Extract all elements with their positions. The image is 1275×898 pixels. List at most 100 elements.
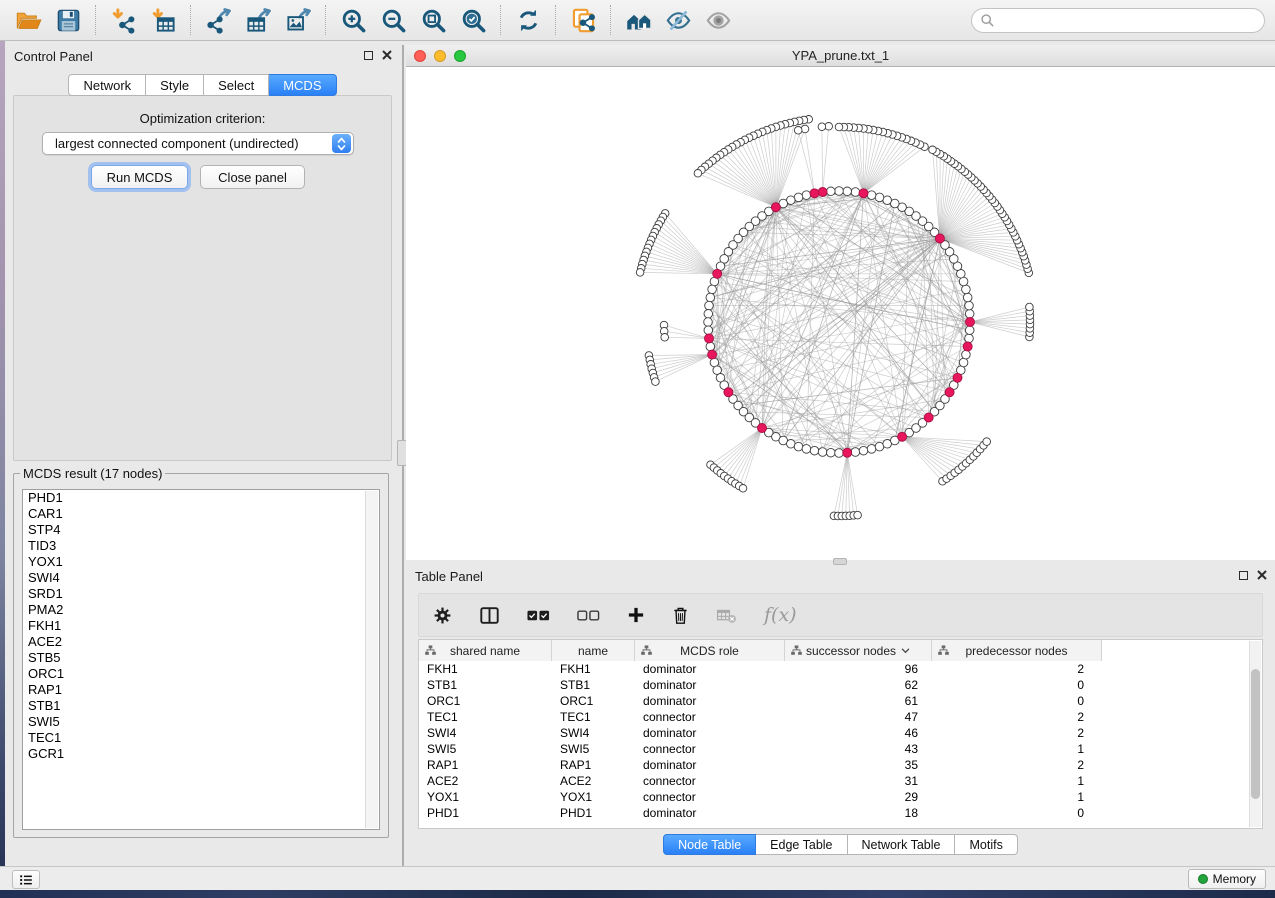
panel-selector-button[interactable] [12,870,40,889]
mcds-result-item[interactable]: CAR1 [23,506,379,522]
graph-node[interactable] [818,123,826,131]
float-table-panel-icon[interactable] [1239,571,1248,580]
graph-node[interactable] [835,449,844,458]
show-hidden-icon[interactable] [698,2,738,38]
table-scrollbar[interactable] [1249,641,1261,827]
graph-dominator-node[interactable] [705,334,714,343]
delete-rows-icon[interactable] [672,606,689,625]
import-table-icon[interactable] [143,2,183,38]
table-row[interactable]: YOX1YOX1connector291 [419,789,1262,805]
mcds-result-item[interactable]: ORC1 [23,666,379,682]
table-row[interactable]: STB1STB1dominator620 [419,677,1262,693]
add-row-icon[interactable] [627,606,645,624]
zoom-selected-icon[interactable] [453,2,493,38]
criterion-dropdown[interactable]: largest connected component (undirected) [42,132,354,155]
graph-node[interactable] [704,326,713,335]
table-row[interactable]: RAP1RAP1dominator352 [419,757,1262,773]
mcds-list-scrollbar[interactable] [365,491,378,828]
graph-node[interactable] [636,269,644,277]
tab-select[interactable]: Select [204,74,269,96]
search-box[interactable] [971,8,1265,33]
table-row[interactable]: ORC1ORC1dominator610 [419,693,1262,709]
graph-node[interactable] [704,318,713,327]
refresh-icon[interactable] [508,2,548,38]
hide-selected-icon[interactable] [658,2,698,38]
graph-node[interactable] [965,334,974,343]
graph-dominator-node[interactable] [724,388,733,397]
graph-node[interactable] [854,511,862,519]
mcds-result-item[interactable]: PMA2 [23,602,379,618]
graph-node[interactable] [875,193,884,202]
graph-node[interactable] [1026,303,1034,311]
network-window-titlebar[interactable]: YPA_prune.txt_1 [406,45,1275,67]
graph-dominator-node[interactable] [818,188,827,197]
graph-node[interactable] [801,125,809,133]
graph-dominator-node[interactable] [924,413,933,422]
graph-node[interactable] [851,188,860,197]
table-row[interactable]: SWI4SWI4dominator462 [419,725,1262,741]
graph-dominator-node[interactable] [935,234,944,243]
mcds-result-item[interactable]: SWI5 [23,714,379,730]
table-row[interactable]: ACE2ACE2connector311 [419,773,1262,789]
graph-dominator-node[interactable] [758,424,767,433]
network-canvas[interactable] [406,67,1275,560]
graph-node[interactable] [652,378,660,386]
mcds-result-item[interactable]: TEC1 [23,730,379,746]
graph-node[interactable] [818,448,827,457]
mcds-result-item[interactable]: STB1 [23,698,379,714]
graph-dominator-node[interactable] [963,342,972,351]
tab-mcds[interactable]: MCDS [269,74,336,96]
graph-node[interactable] [983,438,991,446]
import-network-icon[interactable] [103,2,143,38]
horizontal-splitter-grip[interactable] [833,558,847,565]
column-header-shared-name[interactable]: shared name [419,640,552,661]
zoom-out-icon[interactable] [373,2,413,38]
table-row[interactable]: FKH1FKH1dominator962 [419,661,1262,677]
table-row[interactable]: SWI5SWI5connector431 [419,741,1262,757]
column-header-successor-nodes[interactable]: successor nodes [785,640,932,661]
table-scrollbar-thumb[interactable] [1251,669,1260,799]
graph-node[interactable] [963,293,972,302]
column-header-MCDS-role[interactable]: MCDS role [635,640,785,661]
unselect-all-rows-icon[interactable] [577,610,600,621]
save-session-icon[interactable] [48,2,88,38]
graph-node[interactable] [851,448,860,457]
table-row[interactable]: TEC1TEC1connector472 [419,709,1262,725]
mcds-result-item[interactable]: RAP1 [23,682,379,698]
graph-node[interactable] [867,445,876,454]
graph-dominator-node[interactable] [966,318,975,327]
tab-motifs[interactable]: Motifs [955,834,1017,855]
graph-dominator-node[interactable] [953,373,962,382]
node-table[interactable]: shared namenameMCDS rolesuccessor nodesp… [418,639,1263,829]
graph-dominator-node[interactable] [859,189,868,198]
tab-network-table[interactable]: Network Table [848,834,956,855]
mcds-result-item[interactable]: FKH1 [23,618,379,634]
zoom-in-icon[interactable] [333,2,373,38]
graph-node[interactable] [965,310,974,319]
mcds-result-item[interactable]: SRD1 [23,586,379,602]
export-image-icon[interactable] [278,2,318,38]
graph-node[interactable] [965,301,974,310]
graph-node[interactable] [706,293,715,302]
tab-node-table[interactable]: Node Table [663,834,756,855]
graph-node[interactable] [929,146,937,154]
zoom-fit-icon[interactable] [413,2,453,38]
graph-node[interactable] [827,448,836,457]
graph-node[interactable] [959,358,968,367]
graph-node[interactable] [962,350,971,359]
column-header-predecessor-nodes[interactable]: predecessor nodes [932,640,1102,661]
graph-node[interactable] [708,285,717,294]
mcds-result-item[interactable]: STP4 [23,522,379,538]
graph-node[interactable] [694,170,702,178]
graph-node[interactable] [810,446,819,455]
export-table-icon[interactable] [238,2,278,38]
graph-node[interactable] [843,187,852,196]
tab-network[interactable]: Network [68,74,146,96]
mcds-result-item[interactable]: SWI4 [23,570,379,586]
export-network-icon[interactable] [198,2,238,38]
mcds-result-item[interactable]: PHD1 [23,490,379,506]
mcds-result-item[interactable]: YOX1 [23,554,379,570]
graph-dominator-node[interactable] [708,350,717,359]
select-columns-icon[interactable] [479,606,500,625]
graph-dominator-node[interactable] [771,203,780,212]
